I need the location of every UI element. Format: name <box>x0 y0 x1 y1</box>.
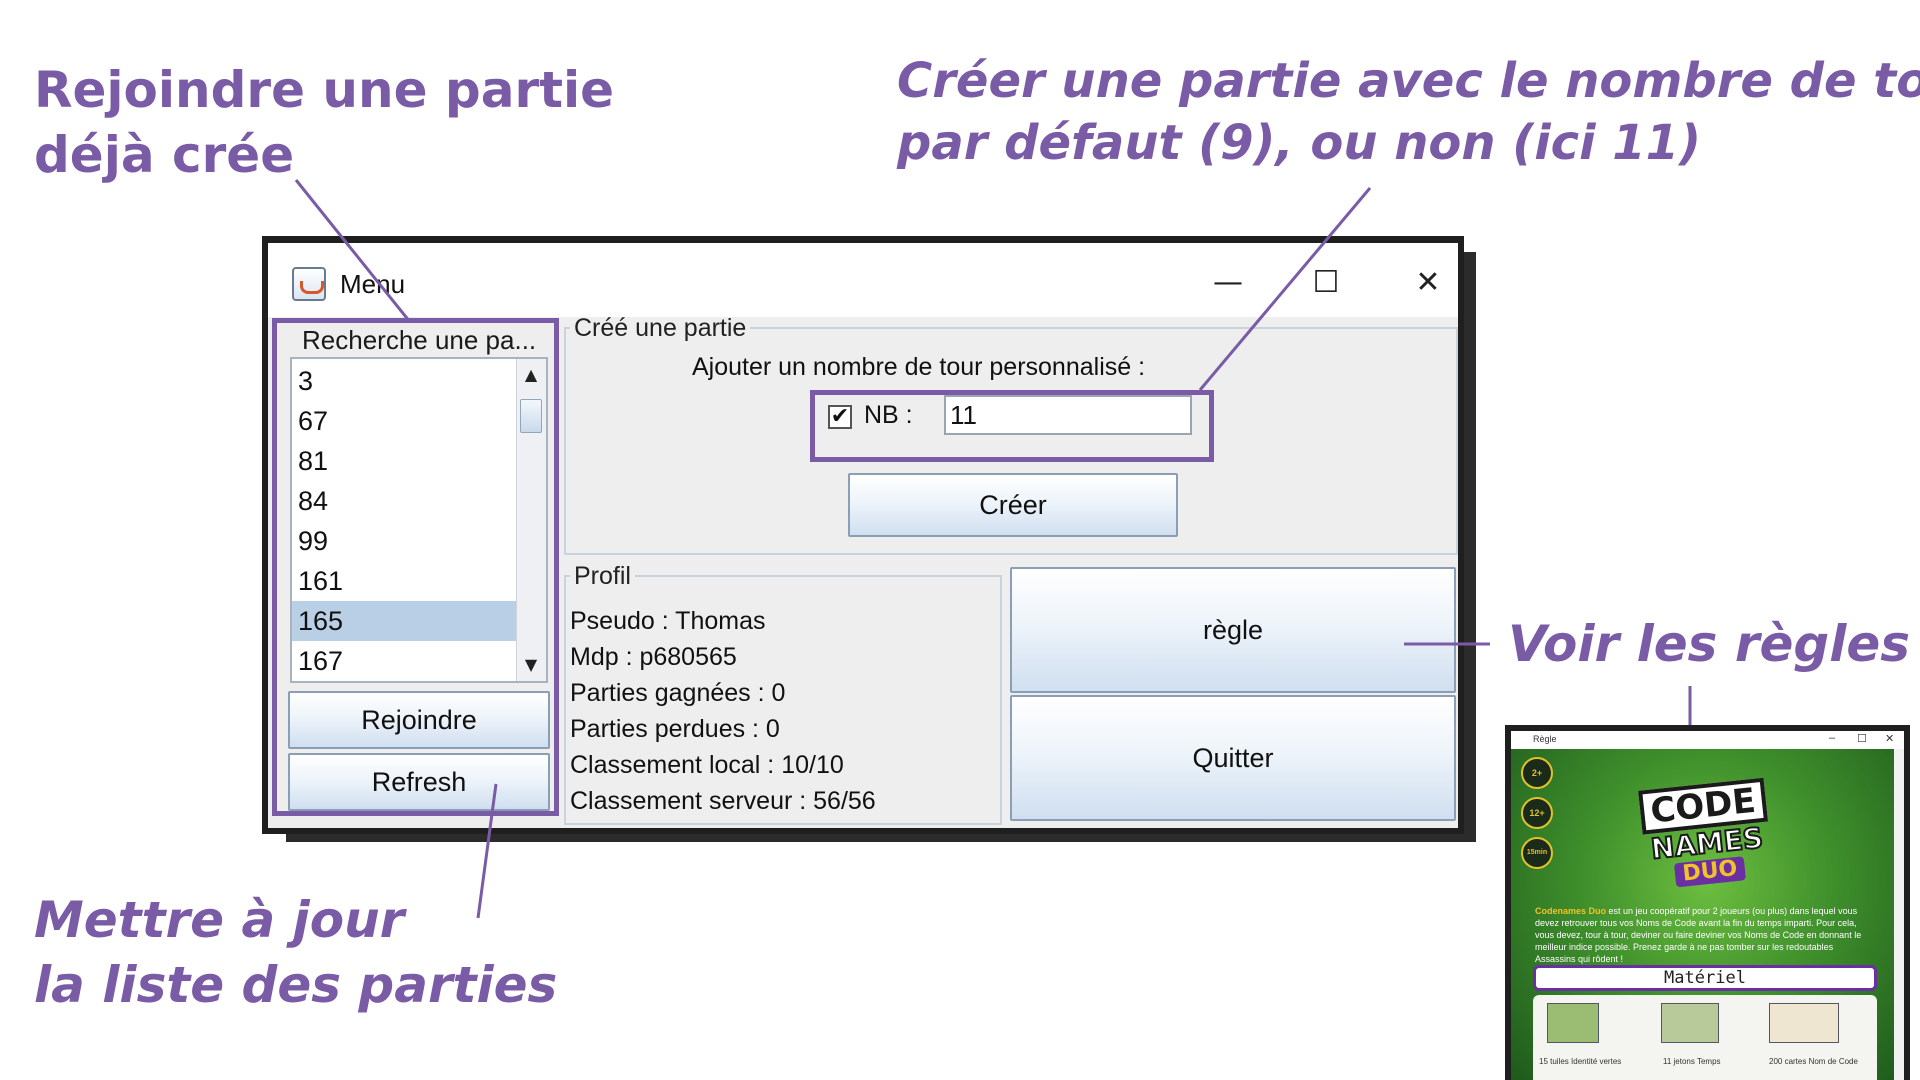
rules-window-title: Règle <box>1533 734 1557 744</box>
create-panel-legend: Créé une partie <box>574 314 747 342</box>
search-games-panel: Recherche une pa... 3 67 81 84 99 161 16… <box>280 325 556 823</box>
scroll-thumb[interactable] <box>520 399 542 433</box>
minimize-button[interactable]: — <box>1206 261 1250 305</box>
materiel-label: 200 cartes Nom de Code <box>1769 1057 1858 1066</box>
time-tokens-image <box>1661 1003 1719 1043</box>
title-bar[interactable]: Menu — ☐ ✕ <box>268 243 1458 317</box>
refresh-button[interactable]: Refresh <box>288 753 550 811</box>
materiel-label: 15 tuiles Identité vertes <box>1539 1057 1622 1066</box>
green-tiles-image <box>1547 1003 1599 1043</box>
search-panel-title: Recherche une pa... <box>300 325 539 356</box>
window-client-area: Recherche une pa... 3 67 81 84 99 161 16… <box>268 314 1458 828</box>
annotation-refresh-line1: Mettre à jour <box>34 891 405 949</box>
nb-turns-input[interactable]: 11 <box>944 395 1192 435</box>
list-item[interactable]: 67 <box>292 401 516 441</box>
list-item[interactable]: 3 <box>292 361 516 401</box>
profile-local-rank: Classement local : 10/10 <box>570 751 844 779</box>
list-item-selected[interactable]: 165 <box>292 601 516 641</box>
list-item[interactable]: 84 <box>292 481 516 521</box>
profile-password: Mdp : p680565 <box>570 643 737 671</box>
codenames-duo-logo: CODE NAMES DUO <box>1626 776 1786 891</box>
list-item[interactable]: 81 <box>292 441 516 481</box>
annotation-create: Créer une partie avec le nombre de tours… <box>897 50 1920 175</box>
rules-intro-brand: Codenames Duo <box>1535 906 1607 916</box>
profile-games-lost: Parties perdues : 0 <box>570 715 780 743</box>
rules-scrollbar[interactable] <box>1894 749 1904 1080</box>
maximize-button[interactable]: ☐ <box>1304 261 1348 305</box>
logo-duo: DUO <box>1673 856 1747 888</box>
annotation-refresh: Mettre à jour la liste des parties <box>34 888 557 1018</box>
rules-minimize-icon[interactable]: – <box>1829 732 1835 744</box>
rules-intro: Codenames Duo est un jeu coopératif pour… <box>1535 905 1875 965</box>
annotation-rules: Voir les règles <box>1508 612 1910 677</box>
annotation-join: Rejoindre une partie déjà crée <box>34 58 614 188</box>
custom-turns-label: Ajouter un nombre de tour personnalisé : <box>692 353 1146 381</box>
list-item[interactable]: 161 <box>292 561 516 601</box>
rules-content: 2+ 12+ 15min CODE NAMES DUO Codenames Du… <box>1511 749 1904 1080</box>
annotation-create-line1: Créer une partie avec le nombre de tours <box>897 53 1920 109</box>
annotation-join-line2: déjà crée <box>34 126 295 184</box>
nb-label: NB : <box>864 401 913 429</box>
close-button[interactable]: ✕ <box>1406 261 1450 305</box>
quit-button[interactable]: Quitter <box>1010 695 1456 821</box>
codename-cards-image <box>1769 1003 1839 1043</box>
profile-legend: Profil <box>574 562 631 590</box>
annotation-rules-text: Voir les règles <box>1508 615 1911 673</box>
annotation-create-line2: par défaut (9), ou non (ici 11) <box>897 115 1701 172</box>
rules-close-icon[interactable]: ✕ <box>1885 732 1894 745</box>
materiel-panel: 15 tuiles Identité vertes 11 jetons Temp… <box>1533 995 1877 1080</box>
menu-window: Menu — ☐ ✕ Recherche une pa... 3 67 81 8… <box>262 236 1464 834</box>
custom-turns-checkbox[interactable]: ✔ <box>828 405 852 429</box>
players-badge-icon: 2+ <box>1521 757 1553 789</box>
games-list[interactable]: 3 67 81 84 99 161 165 167 ▲ ▼ <box>290 357 548 683</box>
create-button[interactable]: Créer <box>848 473 1178 537</box>
duration-badge-icon: 15min <box>1521 837 1553 869</box>
materiel-header: Matériel <box>1533 965 1877 991</box>
join-button[interactable]: Rejoindre <box>288 691 550 749</box>
rules-window-title-bar[interactable]: Règle – ☐ ✕ <box>1511 731 1904 749</box>
scroll-down-icon[interactable]: ▼ <box>517 649 545 681</box>
profile-games-won: Parties gagnées : 0 <box>570 679 786 707</box>
java-app-icon <box>292 267 326 301</box>
annotation-refresh-line2: la liste des parties <box>34 956 558 1014</box>
scroll-up-icon[interactable]: ▲ <box>517 359 545 391</box>
profile-server-rank: Classement serveur : 56/56 <box>570 787 876 815</box>
rules-button[interactable]: règle <box>1010 567 1456 693</box>
rules-window: Règle – ☐ ✕ 2+ 12+ 15min CODE NAMES DUO … <box>1505 725 1910 1080</box>
age-badge-icon: 12+ <box>1521 797 1553 829</box>
list-scrollbar[interactable]: ▲ ▼ <box>516 359 546 681</box>
list-item[interactable]: 167 <box>292 641 516 681</box>
window-title: Menu <box>340 269 406 299</box>
materiel-label: 11 jetons Temps <box>1663 1057 1721 1066</box>
rules-maximize-icon[interactable]: ☐ <box>1857 732 1867 745</box>
annotation-join-line1: Rejoindre une partie <box>34 61 615 119</box>
profile-pseudo: Pseudo : Thomas <box>570 607 766 635</box>
list-item[interactable]: 99 <box>292 521 516 561</box>
